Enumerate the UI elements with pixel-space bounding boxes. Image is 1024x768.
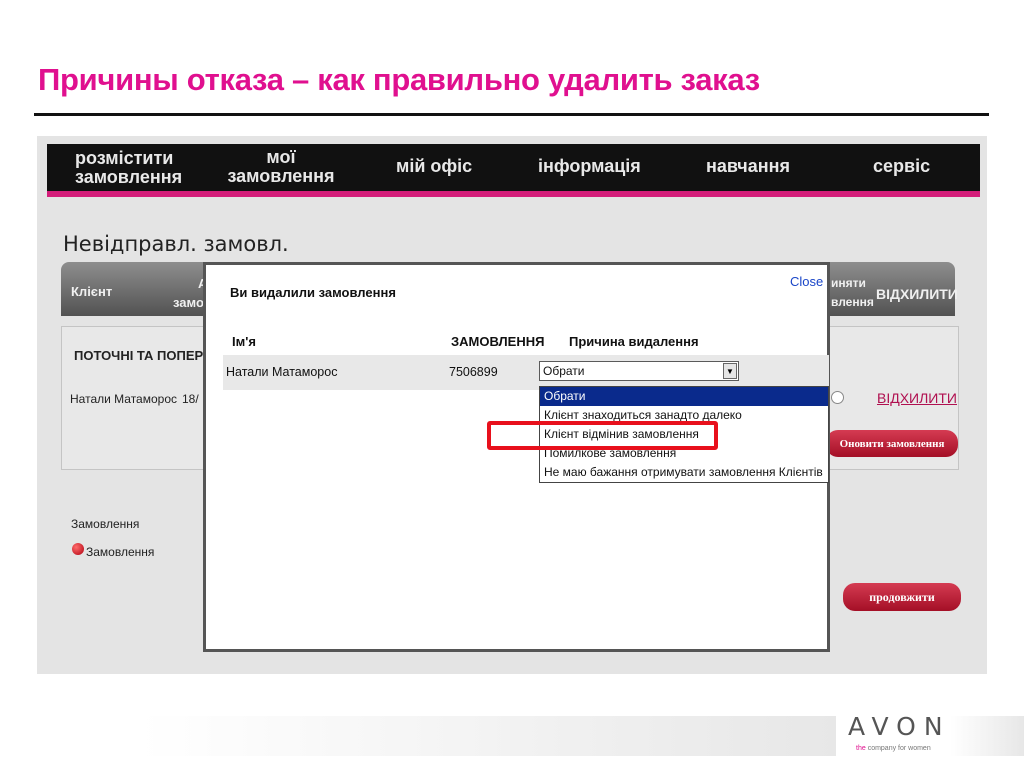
avon-tagline: the company for women [856, 745, 931, 752]
reason-select[interactable]: Обрати ▼ [539, 361, 739, 381]
continue-button[interactable]: продовжити [843, 583, 961, 611]
nav-accent-strip [47, 191, 980, 197]
current-row-date: 18/ [182, 392, 199, 406]
close-link[interactable]: Close [790, 274, 823, 289]
nav-place-order-line1: розмістити [75, 148, 174, 168]
col-partial-order: замо [173, 295, 204, 310]
reject-link[interactable]: ВІДХИЛИТИ [877, 390, 957, 406]
nav-my-orders[interactable]: мої замовлення [227, 148, 335, 186]
reason-option-choose[interactable]: Обрати [540, 387, 828, 406]
reason-select-value: Обрати [543, 364, 585, 378]
title-divider [34, 113, 989, 116]
chevron-down-icon[interactable]: ▼ [723, 363, 737, 379]
nav-training[interactable]: навчання [706, 157, 790, 176]
reject-radio[interactable] [831, 391, 844, 404]
legend-title: Замовлення [71, 517, 140, 531]
col-header-reason: Причина видалення [569, 334, 699, 349]
legend-item: Замовлення [86, 545, 155, 559]
nav-my-orders-line1: мої [266, 147, 296, 167]
deleted-order-dialog: Ви видалили замовлення Close Ім'я ЗАМОВЛ… [203, 262, 830, 652]
nav-my-office[interactable]: мій офіс [396, 157, 472, 176]
order-dot-icon [72, 543, 84, 555]
reason-option-no-client-orders[interactable]: Не маю бажання отримувати замовлення Клі… [540, 463, 828, 482]
avon-logo: AVON [848, 712, 951, 741]
footer-gradient [140, 716, 836, 756]
col-header-name: Ім'я [232, 334, 256, 349]
col-header-order: ЗАМОВЛЕННЯ [451, 334, 545, 349]
tagline-the: the [856, 745, 866, 752]
highlight-annotation [487, 421, 718, 450]
nav-my-orders-line2: замовлення [227, 166, 335, 186]
current-row-name: Натали Матаморос [70, 392, 177, 406]
nav-information[interactable]: інформація [538, 157, 641, 176]
tagline-rest: company for women [867, 745, 931, 752]
current-orders-title: ПОТОЧНІ ТА ПОПЕРЕ, [74, 348, 216, 363]
nav-service[interactable]: сервіс [873, 157, 930, 176]
col-reject: ВІДХИЛИТИ [876, 286, 958, 302]
col-partial-accept-1: иняти [831, 276, 866, 290]
page-heading: Невідправл. замовл. [63, 232, 289, 256]
slide-title: Причины отказа – как правильно удалить з… [38, 62, 760, 97]
row-order-number: 7506899 [449, 365, 498, 379]
footer-gradient-right [950, 716, 1024, 756]
top-navigation: розмістити замовлення мої замовлення мій… [47, 144, 980, 194]
nav-place-order-line2: замовлення [75, 167, 183, 187]
update-order-button[interactable]: Оновити замовлення [826, 430, 958, 457]
col-partial-accept-2: влення [831, 295, 874, 309]
nav-place-order[interactable]: розмістити замовлення [75, 149, 182, 187]
dialog-title: Ви видалили замовлення [230, 285, 396, 300]
col-client: Клієнт [71, 284, 113, 299]
row-client-name: Натали Матаморос [226, 365, 338, 379]
